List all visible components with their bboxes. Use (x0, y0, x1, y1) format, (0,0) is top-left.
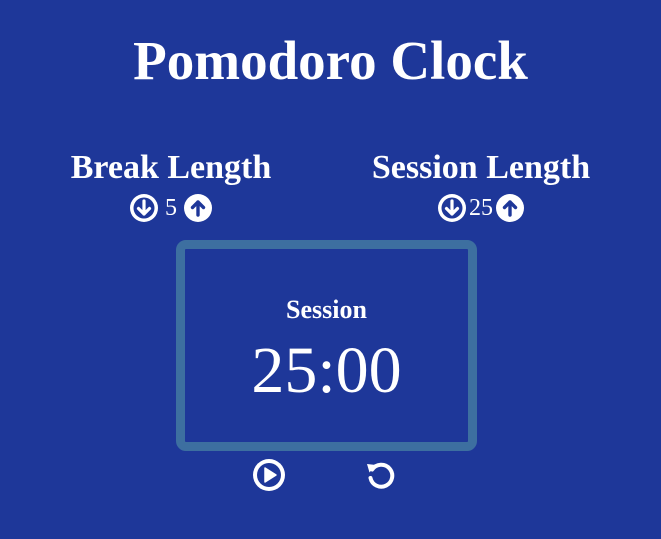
arrow-up-circle-icon (496, 194, 524, 222)
start-stop-button[interactable] (252, 458, 286, 492)
time-left: 25:00 (251, 334, 402, 407)
reset-button[interactable] (363, 458, 397, 492)
arrow-up-circle-icon (184, 194, 212, 222)
session-increment-button[interactable] (494, 192, 526, 224)
break-length-value: 5 (165, 195, 177, 221)
break-length-row: 5 (41, 191, 301, 225)
break-increment-button[interactable] (182, 192, 214, 224)
session-decrement-button[interactable] (436, 192, 468, 224)
arrow-down-circle-icon (438, 194, 466, 222)
session-length-row: 25 (351, 191, 611, 225)
break-length-label: Break Length (70, 149, 272, 186)
break-decrement-button[interactable] (128, 192, 160, 224)
play-circle-icon (253, 459, 285, 491)
arrow-down-circle-icon (130, 194, 158, 222)
reset-icon (367, 462, 395, 489)
session-length-label: Session Length (371, 149, 591, 186)
timer-display: Session 25:00 (176, 240, 477, 451)
timer-controls (0, 458, 661, 494)
session-length-value: 25 (469, 195, 493, 221)
timer-label: Session (286, 295, 367, 324)
break-length-control: Break Length 5 (41, 146, 301, 225)
app-title: Pomodoro Clock (133, 30, 528, 91)
session-length-control: Session Length 25 (351, 146, 611, 225)
